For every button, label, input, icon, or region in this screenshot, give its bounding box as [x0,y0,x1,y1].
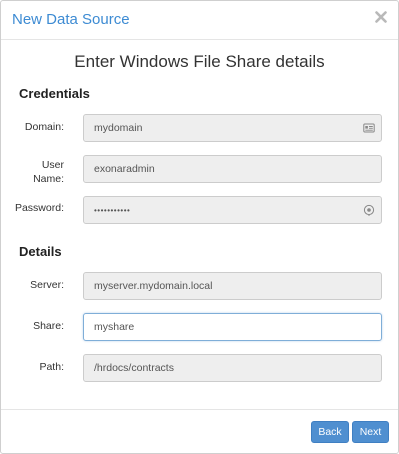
username-label-line2: Name: [33,173,64,185]
domain-label: Domain: [24,121,64,133]
password-value: ••••••••••• [94,206,131,215]
server-field[interactable]: myserver.mydomain.local [83,272,382,300]
share-label: Share: [33,320,64,332]
dialog-title: New Data Source [12,11,130,28]
dialog-header: New Data Source [1,1,398,40]
back-button[interactable]: Back [311,421,349,443]
path-value: /hrdocs/contracts [94,362,174,374]
path-label: Path: [39,361,64,373]
eye-icon[interactable] [363,204,375,216]
share-field[interactable]: myshare [83,313,382,341]
close-icon[interactable] [374,8,388,26]
dialog-subtitle: Enter Windows File Share details [74,52,325,71]
share-value: myshare [94,321,135,333]
new-data-source-dialog: New Data Source Enter Windows File Share… [0,0,399,454]
domain-field[interactable]: mydomain [83,114,382,142]
id-card-icon [363,122,375,134]
next-button[interactable]: Next [352,421,389,443]
server-label: Server: [30,279,64,291]
details-heading: Details [19,244,62,259]
password-field[interactable]: ••••••••••• [83,196,382,224]
username-field[interactable]: exonaradmin [83,155,382,183]
username-label: User Name: [1,158,64,186]
username-label-line1: User [41,159,64,171]
domain-value: mydomain [94,122,143,134]
username-value: exonaradmin [94,163,155,175]
credentials-heading: Credentials [19,86,90,101]
path-field[interactable]: /hrdocs/contracts [83,354,382,382]
password-label: Password: [14,202,64,214]
server-value: myserver.mydomain.local [94,280,213,292]
